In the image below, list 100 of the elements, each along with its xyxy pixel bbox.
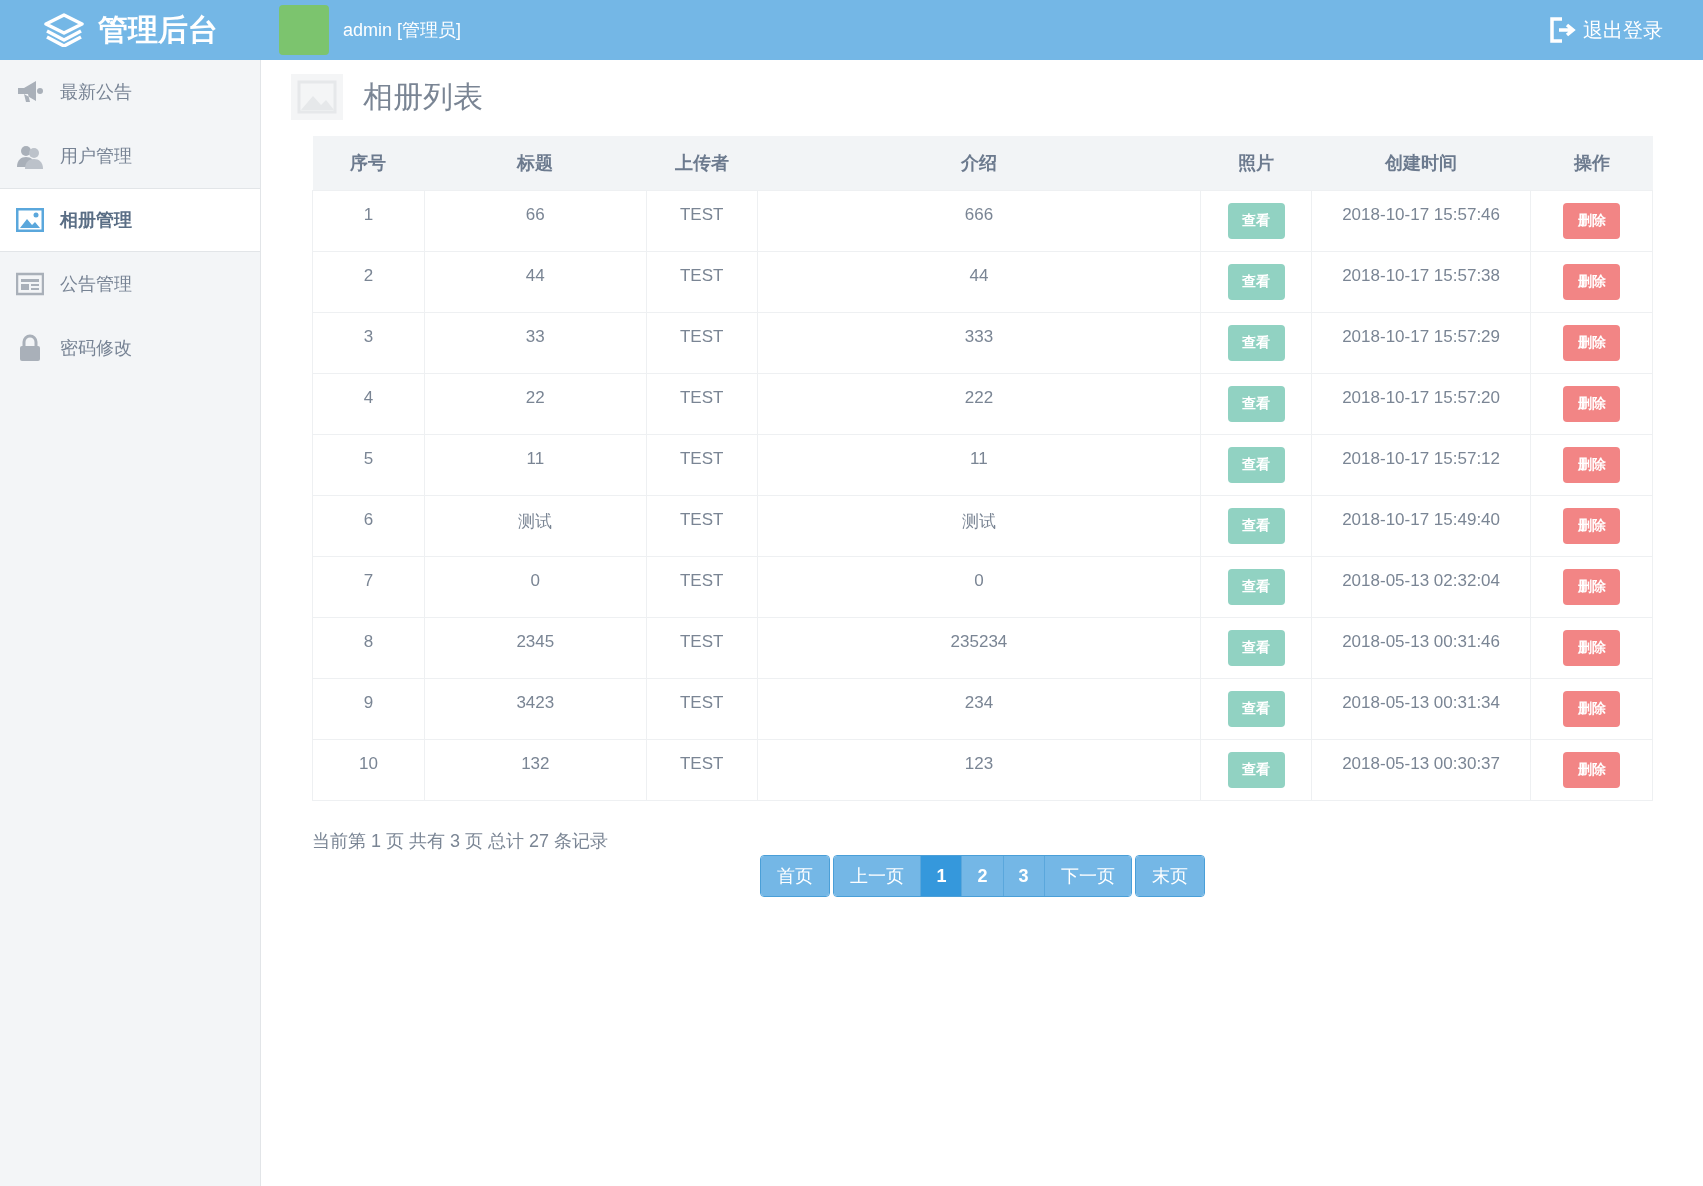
pagination-button[interactable]: 2: [961, 856, 1003, 896]
delete-button[interactable]: 删除: [1563, 690, 1620, 727]
table-cell: 4: [312, 373, 425, 435]
table-cell: TEST: [646, 190, 758, 252]
table-cell: 132: [424, 739, 647, 801]
delete-button[interactable]: 删除: [1563, 263, 1620, 300]
column-header: 序号: [312, 136, 425, 191]
table-cell: 22: [424, 373, 647, 435]
table-cell: 44: [757, 251, 1201, 313]
table-cell: 7: [312, 556, 425, 618]
view-button[interactable]: 查看: [1227, 446, 1285, 483]
page-title: 相册列表: [363, 78, 483, 115]
table-cell: 1: [312, 190, 425, 252]
table-cell: 测试: [424, 495, 647, 557]
logout-icon: [1549, 16, 1577, 44]
newspaper-icon: [16, 272, 44, 296]
delete-button[interactable]: 删除: [1563, 751, 1620, 788]
table-cell: TEST: [646, 312, 758, 374]
column-header: 照片: [1200, 136, 1312, 191]
view-button[interactable]: 查看: [1227, 202, 1285, 239]
sidebar-label: 公告管理: [60, 273, 132, 296]
view-button[interactable]: 查看: [1227, 324, 1285, 361]
logout-link[interactable]: 退出登录: [1549, 16, 1663, 44]
pagination-button[interactable]: 末页: [1135, 856, 1204, 896]
table-cell: TEST: [646, 495, 758, 557]
delete-button[interactable]: 删除: [1563, 568, 1620, 605]
picture-icon: [291, 74, 343, 120]
table-cell: 2: [312, 251, 425, 313]
user-name: admin [管理员]: [343, 19, 462, 42]
column-header: 标题: [424, 136, 647, 191]
column-header: 操作: [1530, 136, 1653, 191]
table-cell: 6: [312, 495, 425, 557]
delete-button[interactable]: 删除: [1563, 385, 1620, 422]
table-cell: 0: [424, 556, 647, 618]
table-cell: 11: [424, 434, 647, 496]
table-cell: 234: [757, 678, 1201, 740]
view-button[interactable]: 查看: [1227, 690, 1285, 727]
delete-button[interactable]: 删除: [1563, 202, 1620, 239]
table-cell: 9: [312, 678, 425, 740]
pagination-button[interactable]: 下一页: [1043, 856, 1131, 896]
sidebar-label: 相册管理: [60, 209, 132, 232]
view-button[interactable]: 查看: [1227, 568, 1285, 605]
table-cell: 10: [312, 739, 425, 801]
table-cell: 2018-10-17 15:49:40: [1311, 495, 1531, 557]
column-header: 创建时间: [1311, 136, 1531, 191]
pagination-button[interactable]: 上一页: [834, 856, 921, 896]
table-cell: 222: [757, 373, 1201, 435]
picture-icon: [16, 208, 44, 232]
table-cell: 0: [757, 556, 1201, 618]
delete-button[interactable]: 删除: [1563, 629, 1620, 666]
view-button[interactable]: 查看: [1227, 263, 1285, 300]
table-cell: 5: [312, 434, 425, 496]
avatar: [279, 5, 329, 55]
users-icon: [16, 143, 44, 169]
column-header: 上传者: [646, 136, 758, 191]
delete-button[interactable]: 删除: [1563, 507, 1620, 544]
table-cell: 123: [757, 739, 1201, 801]
sidebar-item[interactable]: 公告管理: [0, 252, 260, 316]
table-cell: 66: [424, 190, 647, 252]
table-cell: 44: [424, 251, 647, 313]
sidebar-item[interactable]: 密码修改: [0, 316, 260, 380]
delete-button[interactable]: 删除: [1563, 324, 1620, 361]
view-button[interactable]: 查看: [1227, 751, 1285, 788]
megaphone-icon: [16, 79, 44, 105]
table-cell: 2018-10-17 15:57:46: [1311, 190, 1531, 252]
table-cell: 测试: [757, 495, 1201, 557]
table-cell: TEST: [646, 373, 758, 435]
sidebar-label: 密码修改: [60, 337, 132, 360]
table-cell: 3: [312, 312, 425, 374]
pagination-button[interactable]: 首页: [761, 856, 830, 896]
table-cell: 33: [424, 312, 647, 374]
table-cell: 2018-10-17 15:57:20: [1311, 373, 1531, 435]
brand-title: 管理后台: [97, 11, 218, 48]
sidebar-label: 最新公告: [60, 81, 132, 104]
view-button[interactable]: 查看: [1227, 507, 1285, 544]
sidebar-item[interactable]: 最新公告: [0, 60, 260, 124]
sidebar-item[interactable]: 用户管理: [0, 124, 260, 188]
table-cell: 2018-10-17 15:57:12: [1311, 434, 1531, 496]
table-cell: 2018-05-13 02:32:04: [1311, 556, 1531, 618]
delete-button[interactable]: 删除: [1563, 446, 1620, 483]
layers-icon: [43, 13, 84, 47]
table-cell: 2018-05-13 00:30:37: [1311, 739, 1531, 801]
table-cell: 11: [757, 434, 1201, 496]
pagination-button[interactable]: 3: [1002, 856, 1044, 896]
table-cell: TEST: [646, 678, 758, 740]
table-cell: TEST: [646, 556, 758, 618]
view-button[interactable]: 查看: [1227, 629, 1285, 666]
table-cell: TEST: [646, 739, 758, 801]
table-cell: 2018-10-17 15:57:29: [1311, 312, 1531, 374]
page-summary: 当前第 1 页 共有 3 页 总计 27 条记录: [312, 830, 610, 853]
table-cell: TEST: [646, 617, 758, 679]
table-cell: 235234: [757, 617, 1201, 679]
table-cell: TEST: [646, 251, 758, 313]
pagination-button[interactable]: 1: [920, 856, 962, 896]
sidebar-item[interactable]: 相册管理: [0, 188, 260, 252]
table-cell: 3423: [424, 678, 647, 740]
table-cell: 2018-10-17 15:57:38: [1311, 251, 1531, 313]
sidebar-label: 用户管理: [60, 145, 132, 168]
view-button[interactable]: 查看: [1227, 385, 1285, 422]
table-cell: 8: [312, 617, 425, 679]
